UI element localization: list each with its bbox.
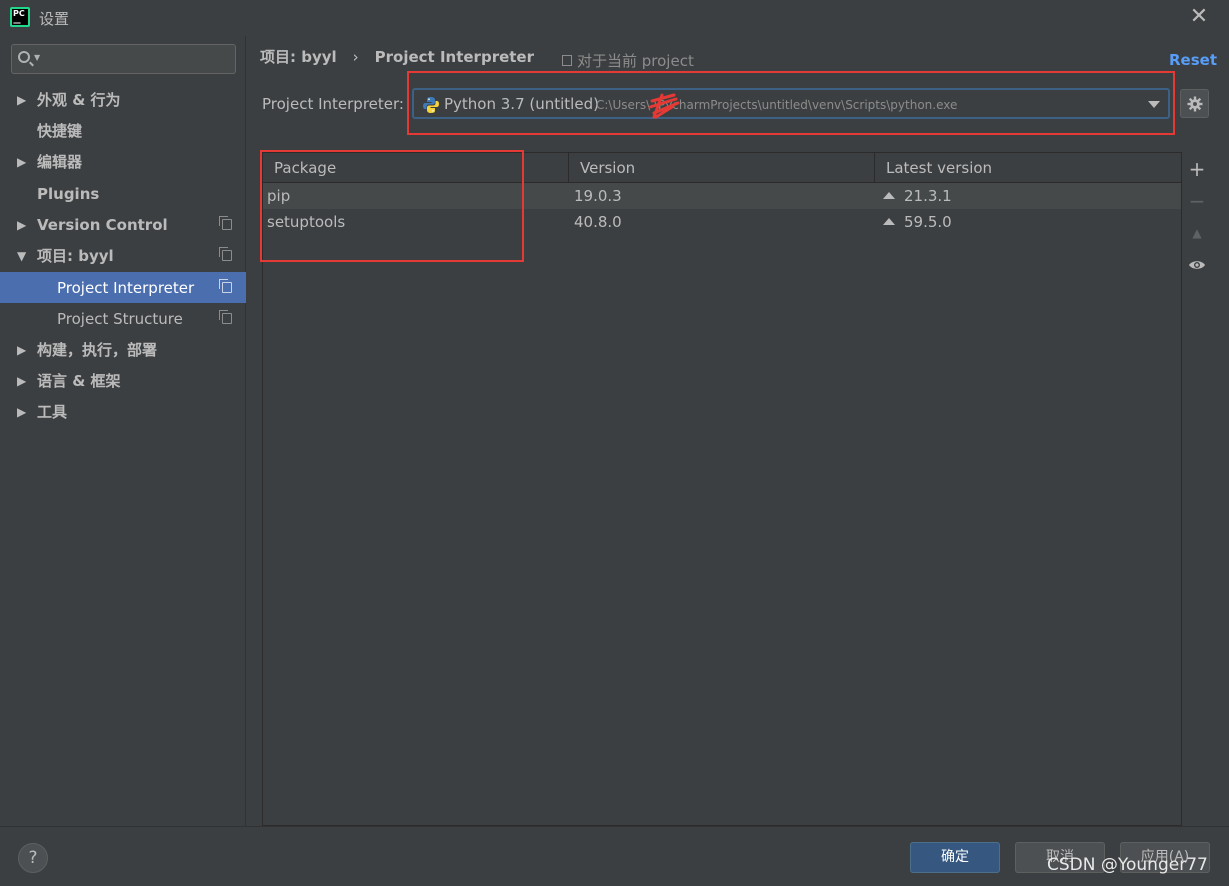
- sidebar-item-keymap[interactable]: 快捷键: [0, 115, 246, 146]
- sidebar-item-version-control[interactable]: ▶ Version Control: [0, 209, 246, 240]
- package-latest-version: 59.5.0: [904, 213, 952, 231]
- sidebar-item-appearance[interactable]: ▶ 外观 & 行为: [0, 84, 246, 115]
- search-input[interactable]: [46, 48, 231, 70]
- settings-search[interactable]: ▼: [11, 44, 236, 74]
- project-scope-icon: [219, 216, 232, 230]
- collapse-arrow-icon[interactable]: ▼: [17, 249, 26, 263]
- breadcrumb-separator: ›: [352, 47, 359, 66]
- sidebar-item-tools[interactable]: ▶ 工具: [0, 396, 246, 427]
- package-name: setuptools: [267, 213, 346, 231]
- watermark: CSDN @Younger77: [1047, 855, 1208, 875]
- package-latest: 21.3.1: [883, 187, 952, 205]
- settings-sidebar: ▼ ▶ 外观 & 行为 快捷键 ▶ 编辑器 Plugins ▶ Version …: [0, 36, 246, 826]
- close-icon[interactable]: ✕: [1189, 6, 1209, 28]
- table-header: Package Version Latest version: [263, 153, 1181, 183]
- gear-icon: [1187, 96, 1202, 111]
- expand-arrow-icon[interactable]: ▶: [17, 405, 26, 419]
- package-latest-version: 21.3.1: [904, 187, 952, 205]
- breadcrumb-page: Project Interpreter: [374, 47, 535, 66]
- sidebar-item-label: 项目: byyl: [37, 247, 114, 265]
- sidebar-item-build[interactable]: ▶ 构建，执行，部署: [0, 334, 246, 365]
- sidebar-item-project[interactable]: ▼ 项目: byyl: [0, 240, 246, 271]
- sidebar-item-label: Plugins: [37, 184, 100, 203]
- package-table: Package Version Latest version pip 19.0.…: [262, 152, 1182, 826]
- package-name: pip: [267, 187, 291, 205]
- package-version: 19.0.3: [574, 187, 622, 205]
- table-row[interactable]: pip 19.0.3 21.3.1: [263, 183, 1181, 209]
- sidebar-item-label: Version Control: [37, 215, 168, 234]
- scope-note: 对于当前 project: [562, 50, 694, 71]
- project-scope-icon: [219, 310, 232, 324]
- expand-arrow-icon[interactable]: ▶: [17, 374, 26, 388]
- package-latest: 59.5.0: [883, 213, 952, 231]
- upgrade-package-button[interactable]: ▲: [1182, 218, 1212, 248]
- breadcrumb-project[interactable]: 项目: byyl: [260, 46, 337, 67]
- interpreter-dropdown[interactable]: Python 3.7 (untitled) C:\Users\ \Pycharm…: [412, 88, 1170, 119]
- show-early-releases-button[interactable]: [1182, 250, 1212, 280]
- column-header-package[interactable]: Package: [263, 153, 569, 183]
- column-header-latest-version[interactable]: Latest version: [875, 153, 1181, 183]
- reset-link[interactable]: Reset: [1169, 51, 1217, 69]
- sidebar-item-label: 构建，执行，部署: [37, 341, 158, 359]
- sidebar-item-label: Project Interpreter: [57, 278, 195, 297]
- project-scope-icon: [219, 279, 232, 293]
- sidebar-item-label: 编辑器: [37, 153, 83, 171]
- title-bar: PC — 设置 ✕: [0, 0, 1229, 36]
- sidebar-item-label: 工具: [37, 403, 68, 421]
- remove-package-button[interactable]: −: [1182, 186, 1212, 216]
- upgrade-icon: ▲: [1192, 226, 1202, 240]
- interpreter-name: Python 3.7 (untitled): [444, 95, 599, 113]
- expand-arrow-icon[interactable]: ▶: [17, 155, 26, 169]
- search-history-dropdown-icon[interactable]: ▼: [34, 53, 40, 62]
- sidebar-item-editor[interactable]: ▶ 编辑器: [0, 146, 246, 177]
- interpreter-label: Project Interpreter:: [262, 95, 404, 113]
- minus-icon: −: [1188, 189, 1206, 213]
- settings-main-panel: 项目: byyl › Project Interpreter 对于当前 proj…: [247, 36, 1229, 826]
- sidebar-item-label: 外观 & 行为: [37, 91, 121, 109]
- ok-button[interactable]: 确定: [910, 842, 1000, 873]
- python-icon: [423, 97, 439, 113]
- sidebar-item-plugins[interactable]: Plugins: [0, 178, 246, 209]
- table-row[interactable]: setuptools 40.8.0 59.5.0: [263, 209, 1181, 235]
- column-header-version[interactable]: Version: [569, 153, 875, 183]
- project-scope-icon: [562, 55, 572, 66]
- redaction-scribble: [648, 93, 680, 119]
- breadcrumb: 项目: byyl › Project Interpreter: [260, 46, 534, 67]
- sidebar-item-project-structure[interactable]: Project Structure: [0, 303, 246, 334]
- chevron-down-icon[interactable]: [1148, 101, 1160, 108]
- expand-arrow-icon[interactable]: ▶: [17, 93, 26, 107]
- scope-note-text: 对于当前 project: [577, 52, 694, 70]
- package-version: 40.8.0: [574, 213, 622, 231]
- project-scope-icon: [219, 247, 232, 261]
- add-package-button[interactable]: +: [1182, 154, 1212, 184]
- expand-arrow-icon[interactable]: ▶: [17, 343, 26, 357]
- help-button[interactable]: ?: [18, 843, 48, 873]
- interpreter-settings-button[interactable]: [1180, 89, 1209, 118]
- sidebar-item-languages[interactable]: ▶ 语言 & 框架: [0, 365, 246, 396]
- sidebar-item-label: Project Structure: [57, 309, 183, 328]
- upgrade-available-icon: [883, 192, 895, 199]
- package-toolbar: + − ▲: [1182, 152, 1212, 812]
- expand-arrow-icon[interactable]: ▶: [17, 218, 26, 232]
- window-title: 设置: [39, 10, 70, 28]
- sidebar-item-label: 语言 & 框架: [37, 372, 121, 390]
- plus-icon: +: [1188, 157, 1206, 181]
- sidebar-item-project-interpreter[interactable]: Project Interpreter: [0, 272, 246, 303]
- sidebar-item-label: 快捷键: [37, 122, 83, 140]
- eye-icon: [1189, 261, 1205, 269]
- upgrade-available-icon: [883, 218, 895, 225]
- pycharm-logo-icon: PC —: [10, 7, 30, 27]
- search-icon: [18, 51, 30, 63]
- dialog-footer: ? 确定 取消 应用(A) CSDN @Younger77: [0, 826, 1229, 886]
